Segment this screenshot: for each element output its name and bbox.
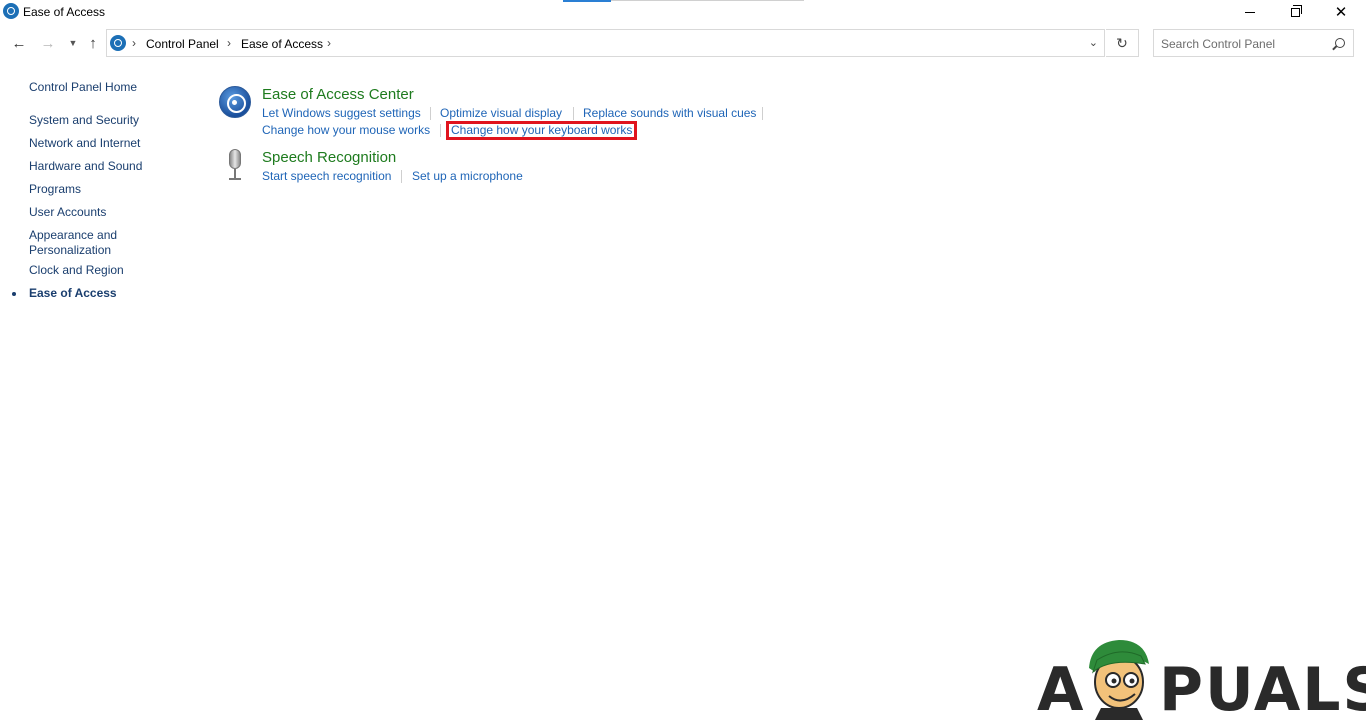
breadcrumb-chevron-icon[interactable]: › [227, 36, 231, 50]
link-let-windows-suggest-settings[interactable]: Let Windows suggest settings [262, 106, 421, 121]
control-panel-icon [110, 35, 126, 51]
link-separator [440, 124, 441, 137]
active-bullet-icon [12, 292, 16, 296]
minimize-icon [1245, 11, 1255, 13]
link-replace-sounds-with-visual-cues[interactable]: Replace sounds with visual cues [583, 106, 756, 121]
address-bar[interactable]: › Control Panel › Ease of Access › ⌄ [106, 29, 1105, 57]
category-title-ease-of-access-center[interactable]: Ease of Access Center [262, 86, 414, 103]
watermark-text-rest: PUALS [1159, 655, 1366, 725]
sidebar-item-clock-and-region[interactable]: Clock and Region [29, 263, 124, 278]
arrow-up-icon: ↑ [89, 34, 97, 52]
sidebar-item-network-and-internet[interactable]: Network and Internet [29, 136, 140, 151]
link-start-speech-recognition[interactable]: Start speech recognition [262, 169, 391, 184]
arrow-right-icon: → [40, 34, 56, 52]
title-bar-accent [563, 0, 611, 2]
link-separator [430, 107, 431, 120]
link-separator [573, 107, 574, 120]
minimize-button[interactable] [1227, 0, 1273, 24]
ease-of-access-icon[interactable] [219, 86, 251, 118]
breadcrumb-control-panel[interactable]: Control Panel [146, 37, 219, 51]
highlight-annotation-box [446, 121, 637, 140]
title-bar-line [611, 0, 804, 1]
recent-locations-button[interactable]: ▼ [63, 34, 83, 52]
refresh-icon: ↻ [1116, 34, 1128, 51]
link-separator [762, 107, 763, 120]
link-optimize-visual-display[interactable]: Optimize visual display [440, 106, 562, 121]
sidebar-item-programs[interactable]: Programs [29, 182, 81, 197]
mascot-icon [1089, 640, 1149, 720]
forward-button[interactable]: → [38, 34, 58, 52]
address-dropdown-icon[interactable]: ⌄ [1089, 36, 1098, 49]
close-button[interactable]: ✕ [1318, 0, 1364, 24]
breadcrumb-chevron-icon[interactable]: › [132, 36, 136, 50]
title-bar: Ease of Access ✕ [0, 0, 1366, 24]
control-panel-icon [3, 3, 19, 19]
sidebar-item-appearance-and-personalization[interactable]: Appearance and Personalization [29, 228, 129, 258]
up-button[interactable]: ↑ [83, 34, 103, 52]
refresh-button[interactable]: ↻ [1106, 29, 1139, 57]
link-set-up-a-microphone[interactable]: Set up a microphone [412, 169, 523, 184]
link-separator [401, 170, 402, 183]
microphone-icon[interactable] [227, 149, 243, 183]
sidebar-item-hardware-and-sound[interactable]: Hardware and Sound [29, 159, 142, 174]
restore-icon [1290, 4, 1302, 17]
search-input[interactable]: Search Control Panel [1153, 29, 1354, 57]
sidebar-item-ease-of-access[interactable]: Ease of Access [12, 286, 117, 301]
window-title: Ease of Access [23, 5, 106, 19]
search-placeholder: Search Control Panel [1161, 37, 1276, 51]
sidebar-item-system-and-security[interactable]: System and Security [29, 113, 139, 128]
restore-button[interactable] [1272, 0, 1318, 24]
category-title-speech-recognition[interactable]: Speech Recognition [262, 149, 396, 166]
search-icon[interactable] [1335, 38, 1345, 48]
sidebar-item-user-accounts[interactable]: User Accounts [29, 205, 106, 220]
breadcrumb-chevron-icon[interactable]: › [327, 36, 331, 50]
appuals-watermark-logo: A PUALS [1037, 634, 1366, 720]
sidebar-item-label: Ease of Access [29, 286, 117, 300]
back-button[interactable]: ← [9, 34, 29, 52]
sidebar-item-control-panel-home[interactable]: Control Panel Home [29, 80, 137, 95]
arrow-left-icon: ← [11, 34, 27, 52]
close-icon: ✕ [1334, 4, 1348, 21]
chevron-down-icon: ▼ [68, 38, 78, 48]
breadcrumb-ease-of-access[interactable]: Ease of Access [241, 37, 323, 51]
link-change-how-mouse-works[interactable]: Change how your mouse works [262, 123, 430, 138]
